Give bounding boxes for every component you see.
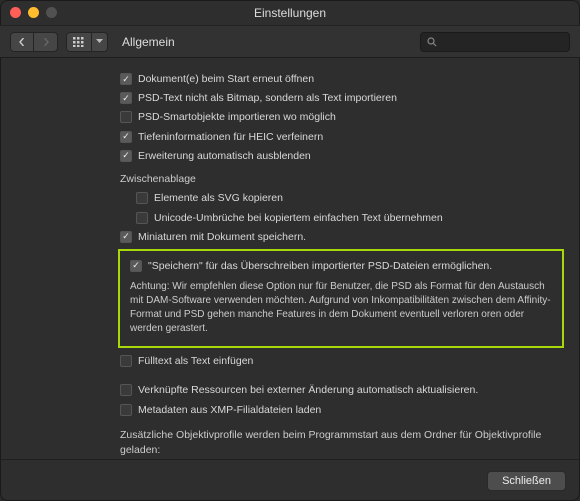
chevron-right-icon	[42, 38, 50, 46]
close-button[interactable]: Schließen	[487, 471, 566, 491]
checkbox-linked-auto[interactable]	[120, 384, 132, 396]
current-tab-label: Allgemein	[122, 35, 175, 49]
label-unicode-breaks: Unicode-Umbrüche bei kopiertem einfachen…	[154, 211, 443, 226]
label-auto-hide-ext: Erweiterung automatisch ausblenden	[138, 149, 311, 164]
back-button[interactable]	[10, 32, 34, 52]
window-title: Einstellungen	[0, 6, 580, 20]
toolbar: Allgemein	[0, 26, 580, 58]
preferences-window: Einstellungen Allgemein	[0, 0, 580, 501]
label-svg-copy: Elemente als SVG kopieren	[154, 191, 283, 206]
label-thumbnails: Miniaturen mit Dokument speichern.	[138, 230, 306, 245]
label-reopen-docs: Dokument(e) beim Start erneut öffnen	[138, 72, 314, 87]
checkbox-xmp-meta[interactable]	[120, 404, 132, 416]
show-all-button[interactable]	[66, 32, 92, 52]
checkbox-psd-text[interactable]	[120, 92, 132, 104]
chevron-down-icon	[96, 39, 103, 44]
grid-icon	[73, 37, 85, 47]
label-fill-text: Fülltext als Text einfügen	[138, 354, 253, 369]
checkbox-thumbnails[interactable]	[120, 231, 132, 243]
search-icon	[427, 37, 437, 47]
label-xmp-meta: Metadaten aus XMP-Filialdateien laden	[138, 403, 321, 418]
checkbox-reopen-docs[interactable]	[120, 73, 132, 85]
lens-profiles-info: Zusätzliche Objektivprofile werden beim …	[120, 428, 564, 458]
label-smart-objects: PSD-Smartobjekte importieren wo möglich	[138, 110, 336, 125]
checkbox-heic[interactable]	[120, 131, 132, 143]
label-linked-auto: Verknüpfte Ressourcen bei externer Änder…	[138, 383, 478, 398]
label-psd-text: PSD-Text nicht als Bitmap, sondern als T…	[138, 91, 397, 106]
checkbox-psd-overwrite[interactable]	[130, 260, 142, 272]
checkbox-auto-hide-ext[interactable]	[120, 150, 132, 162]
forward-button	[34, 32, 58, 52]
footer: Schließen	[0, 459, 580, 501]
clipboard-heading: Zwischenablage	[120, 172, 564, 187]
psd-overwrite-warning: Achtung: Wir empfehlen diese Option nur …	[130, 280, 552, 336]
label-psd-overwrite: "Speichern" für das Überschreiben import…	[148, 259, 492, 274]
chevron-left-icon	[18, 38, 26, 46]
search-input[interactable]	[420, 32, 570, 52]
titlebar: Einstellungen	[0, 0, 580, 26]
checkbox-smart-objects[interactable]	[120, 111, 132, 123]
checkbox-svg-copy[interactable]	[136, 192, 148, 204]
psd-overwrite-highlight: "Speichern" für das Überschreiben import…	[118, 249, 564, 348]
label-heic: Tiefeninformationen für HEIC verfeinern	[138, 130, 323, 145]
content-area: Dokument(e) beim Start erneut öffnen PSD…	[0, 58, 580, 459]
checkbox-fill-text[interactable]	[120, 355, 132, 367]
checkbox-unicode-breaks[interactable]	[136, 212, 148, 224]
show-all-dropdown[interactable]	[92, 32, 108, 52]
